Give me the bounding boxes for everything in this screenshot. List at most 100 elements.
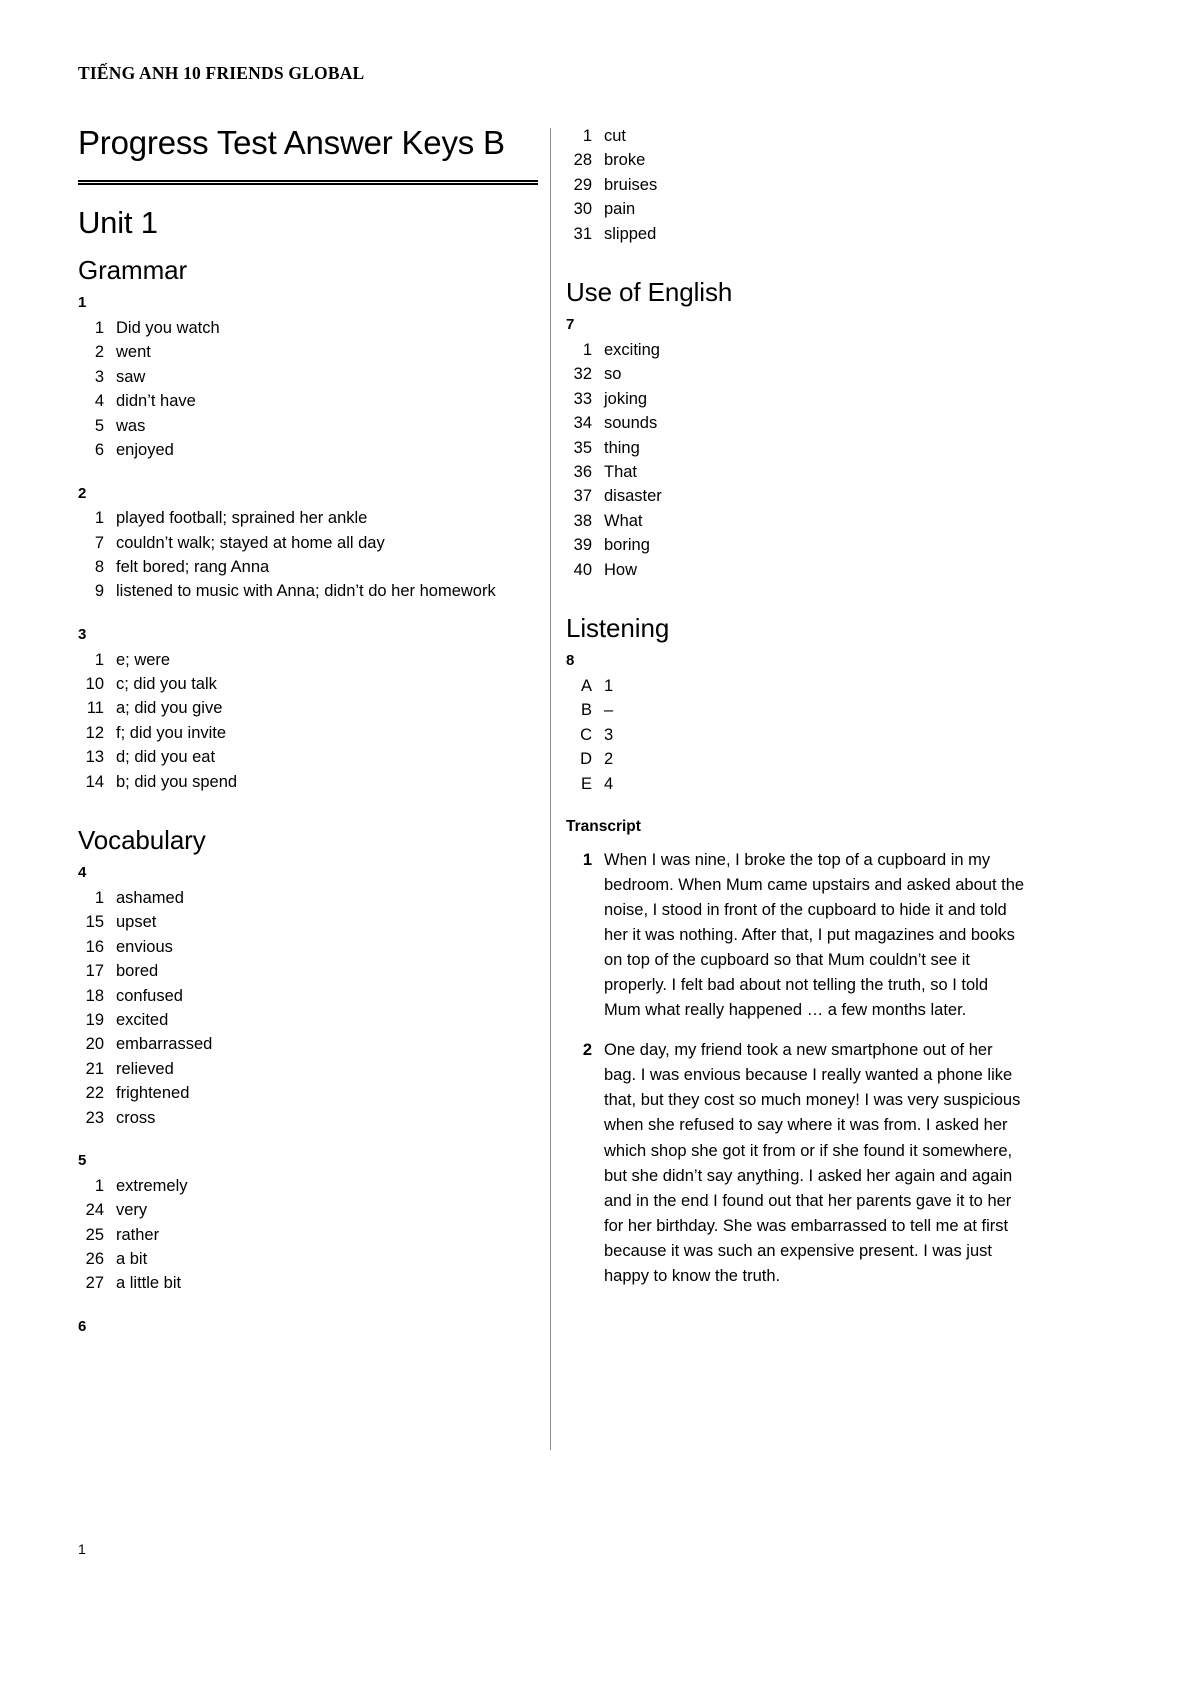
- answer-row: 1 ashamed: [78, 886, 538, 910]
- answer-row: 2 went: [78, 340, 538, 364]
- answer-text: excited: [116, 1011, 169, 1030]
- answer-text: very: [116, 1201, 148, 1220]
- answer-text: saw: [116, 367, 146, 386]
- answer-marker: 10: [85, 675, 104, 694]
- answer-row: 3 saw: [78, 365, 538, 389]
- answer-row: 22 frightened: [78, 1081, 538, 1105]
- answer-text: c; did you talk: [116, 675, 217, 694]
- answer-marker: 33: [573, 389, 592, 408]
- answer-row: 26 a bit: [78, 1247, 538, 1271]
- left-column: Progress Test Answer Keys B Unit 1 Gramm…: [78, 124, 538, 1358]
- answer-marker: 19: [85, 1011, 104, 1030]
- answer-row: 6 enjoyed: [78, 438, 538, 462]
- answer-row: 16 envious: [78, 935, 538, 959]
- answer-text: How: [604, 560, 638, 579]
- answer-text: couldn’t walk; stayed at home all day: [116, 533, 385, 552]
- answer-text: went: [116, 343, 151, 362]
- answer-marker: 24: [85, 1201, 104, 1220]
- section-title: Use of English: [566, 277, 733, 308]
- running-head: TIẾNG ANH 10 FRIENDS GLOBAL: [78, 63, 365, 83]
- section-title: Listening: [566, 613, 670, 644]
- answer-text: Did you watch: [116, 319, 220, 338]
- answer-row: 13 d; did you eat: [78, 745, 538, 769]
- answer-text: What: [604, 511, 643, 530]
- answer-text: joking: [604, 389, 648, 408]
- answer-text: thing: [604, 438, 640, 457]
- transcript-text: When I was nine, I broke the top of a cu…: [604, 850, 1025, 1020]
- section-title: Grammar: [78, 255, 188, 286]
- answer-text: relieved: [116, 1059, 174, 1078]
- answer-row: 28 broke: [566, 148, 1026, 172]
- answer-text: broke: [604, 151, 646, 170]
- answer-marker: 35: [573, 438, 592, 457]
- answer-row: 27 a little bit: [78, 1271, 538, 1295]
- answer-row: 25 rather: [78, 1223, 538, 1247]
- answer-marker: 40: [573, 560, 592, 579]
- answer-marker: A: [580, 676, 592, 695]
- answer-marker: 15: [85, 913, 104, 932]
- exercise-number: 5: [78, 1152, 87, 1170]
- answer-row: 1 played football; sprained her ankle: [78, 506, 538, 530]
- answer-marker: 1: [94, 319, 104, 338]
- column-divider: [550, 128, 551, 1450]
- transcript-number: 2: [582, 1041, 592, 1060]
- answer-marker: 38: [573, 511, 592, 530]
- answer-row: 1 cut: [566, 124, 1026, 148]
- answer-text: exciting: [604, 340, 660, 359]
- answer-marker: 1: [582, 127, 592, 145]
- answer-marker: 12: [85, 723, 104, 742]
- answer-text: boring: [604, 536, 650, 555]
- answer-text: ashamed: [116, 889, 184, 907]
- answer-row: 20 embarrassed: [78, 1032, 538, 1056]
- exercise-number: 2: [78, 484, 87, 502]
- exercise-number: 3: [78, 625, 87, 643]
- answer-row: 30 pain: [566, 197, 1026, 221]
- answer-text: 2: [604, 750, 614, 769]
- answer-row: 32 so: [566, 362, 1026, 386]
- transcript-item: 2 One day, my friend took a new smartphon…: [566, 1038, 1026, 1289]
- answer-text: a; did you give: [116, 699, 223, 718]
- continued-exercise: 1 cut 28 broke 29 bruises 30 pain 31 slipped: [566, 124, 1026, 246]
- answer-row: 19 excited: [78, 1008, 538, 1032]
- exercise-number: 7: [566, 316, 575, 334]
- answer-text: embarrassed: [116, 1035, 213, 1054]
- answer-marker: 11: [86, 699, 104, 718]
- answer-marker: 4: [94, 392, 104, 411]
- answer-marker: 25: [85, 1225, 104, 1244]
- answer-text: felt bored; rang Anna: [116, 558, 270, 577]
- answer-text: played football; sprained her ankle: [116, 509, 368, 528]
- answer-row: 21 relieved: [78, 1057, 538, 1081]
- answer-marker: 32: [573, 365, 592, 384]
- answer-marker: 20: [85, 1035, 104, 1054]
- answer-row: 8 felt bored; rang Anna: [78, 555, 538, 579]
- answer-marker: 1: [94, 650, 104, 669]
- answer-row: C3: [566, 723, 1026, 747]
- answer-text: didn’t have: [116, 392, 196, 411]
- answer-row: 23 cross: [78, 1106, 538, 1130]
- answer-marker: 29: [573, 175, 592, 194]
- answer-marker: 36: [573, 463, 592, 481]
- answer-text: listened to music with Anna; didn’t do h…: [116, 582, 496, 601]
- answer-marker: 17: [85, 962, 104, 981]
- exercise-block: 2 1 played football; sprained her ankle 7 co…: [78, 483, 538, 604]
- answer-marker: 2: [94, 343, 104, 362]
- answer-row: 9 listened to music with Anna; didn’t do …: [78, 579, 538, 603]
- exercise-number: 6: [78, 1317, 87, 1335]
- answer-row: A1: [566, 674, 1026, 698]
- answer-row: 31 slipped: [566, 222, 1026, 246]
- answer-text: bored: [116, 962, 159, 981]
- answer-row: 5 was: [78, 414, 538, 438]
- answer-marker: 1: [94, 509, 104, 528]
- exercise-number: 8: [566, 652, 575, 670]
- page-title: Progress Test Answer Keys B: [78, 124, 505, 161]
- transcript-heading: Transcript: [566, 818, 641, 835]
- answer-marker: 18: [85, 986, 104, 1005]
- answer-row: 14 b; did you spend: [78, 770, 538, 794]
- answer-marker: 30: [573, 200, 592, 219]
- answer-marker: 26: [85, 1250, 104, 1269]
- answer-text: was: [116, 416, 146, 435]
- answer-text: pain: [604, 200, 636, 219]
- transcript-text: One day, my friend took a new smartphone…: [604, 1041, 1021, 1285]
- answer-text: b; did you spend: [116, 772, 238, 791]
- answer-text: upset: [116, 913, 157, 932]
